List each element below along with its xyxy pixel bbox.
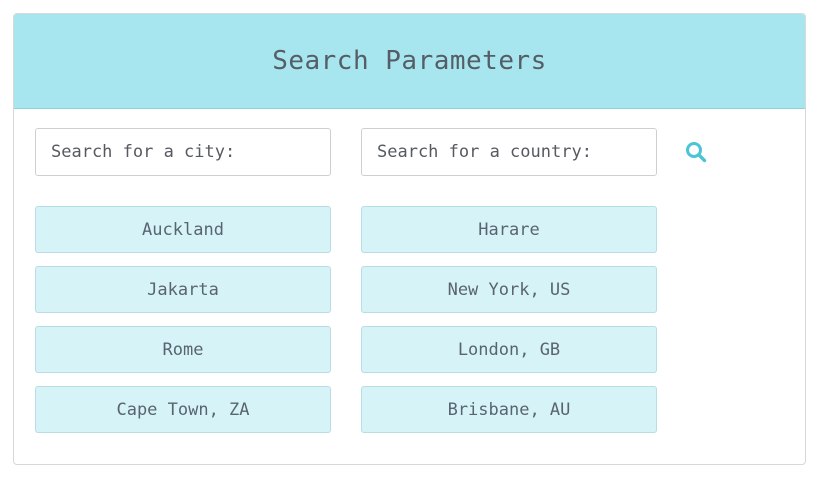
search-icon bbox=[686, 142, 707, 163]
city-button-auckland[interactable]: Auckland bbox=[35, 206, 331, 253]
country-search-input[interactable] bbox=[361, 128, 657, 176]
city-search-input[interactable] bbox=[35, 128, 331, 176]
search-button[interactable] bbox=[682, 138, 710, 166]
city-button-brisbane[interactable]: Brisbane, AU bbox=[361, 386, 657, 433]
city-button-cape-town[interactable]: Cape Town, ZA bbox=[35, 386, 331, 433]
city-button-rome[interactable]: Rome bbox=[35, 326, 331, 373]
city-button-harare[interactable]: Harare bbox=[361, 206, 657, 253]
page-title: Search Parameters bbox=[272, 46, 547, 76]
city-button-new-york[interactable]: New York, US bbox=[361, 266, 657, 313]
city-button-jakarta[interactable]: Jakarta bbox=[35, 266, 331, 313]
card-header: Search Parameters bbox=[14, 14, 805, 109]
city-button-london[interactable]: London, GB bbox=[361, 326, 657, 373]
search-parameters-card: Search Parameters Auckland Jakarta Rome … bbox=[13, 13, 806, 465]
